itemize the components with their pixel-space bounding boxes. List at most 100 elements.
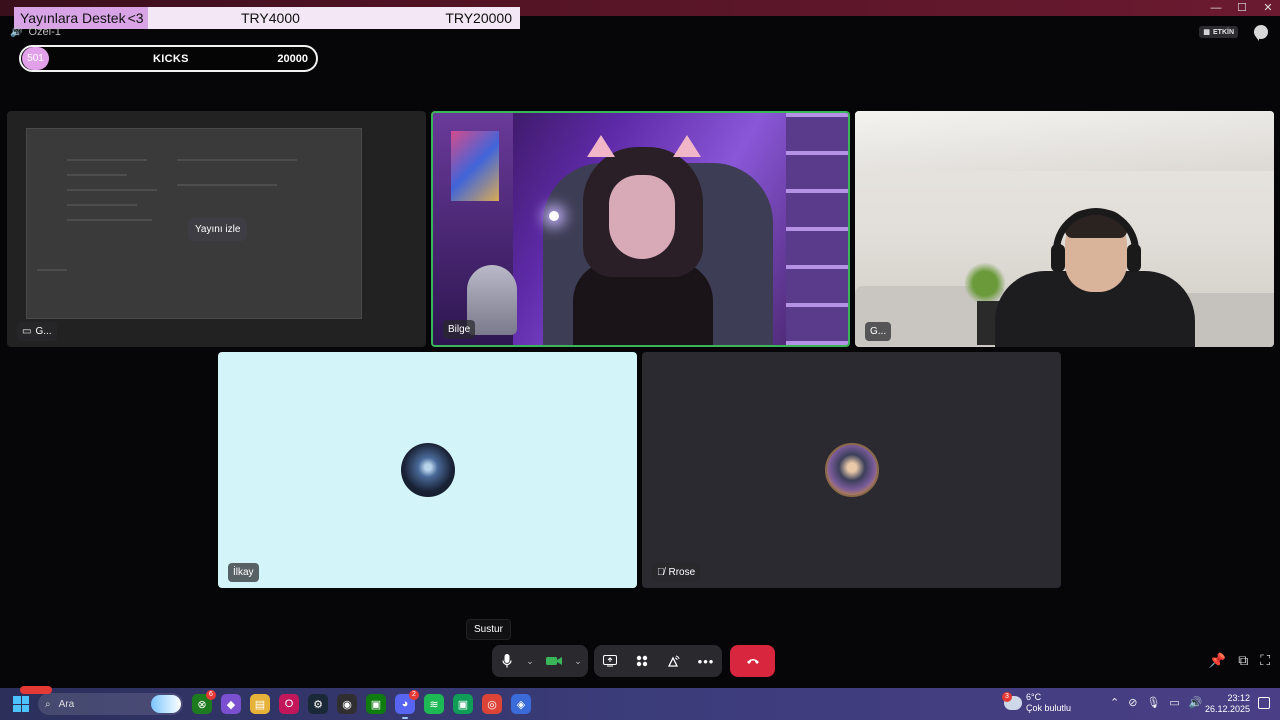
- discord-icon: ◕: [401, 698, 409, 710]
- screen-share-icon[interactable]: [594, 645, 626, 677]
- taskbar-app-spotify[interactable]: ≋: [424, 694, 444, 714]
- donation-title: Yayınlara Destek: [20, 10, 126, 26]
- participant-label: 🎙̸ Rrose: [652, 563, 701, 582]
- camera-options-chevron-icon[interactable]: ⌄: [570, 645, 586, 677]
- close-button[interactable]: ✕: [1262, 1, 1274, 15]
- activity-button[interactable]: ▦ ETKİN: [1199, 26, 1238, 38]
- chevron-up-icon[interactable]: ⌃: [1110, 696, 1119, 709]
- weather-badge: 3: [1002, 692, 1012, 702]
- taskbar-app-obs[interactable]: ◉: [337, 694, 357, 714]
- chat-icon[interactable]: [1254, 25, 1268, 41]
- taskbar-app-xbox[interactable]: ⊗ 6: [192, 690, 216, 714]
- file-explorer-icon: ▤: [254, 698, 266, 711]
- cloud-icon: 3: [1002, 692, 1022, 710]
- clock-date: 26.12.2025: [1204, 704, 1250, 714]
- opera-icon: O: [284, 698, 294, 710]
- taskbar-app-copilot[interactable]: ◆: [221, 694, 241, 714]
- kicks-label: KICKS: [153, 52, 189, 65]
- activity-label: ETKİN: [1213, 28, 1234, 36]
- participant-label: Bilge: [443, 320, 476, 339]
- minimize-button[interactable]: —: [1210, 1, 1222, 15]
- donation-heart: <3: [127, 10, 144, 26]
- weather-desc: Çok bulutlu: [1026, 703, 1072, 713]
- obs-icon: ◉: [342, 698, 352, 711]
- hang-up-icon[interactable]: [730, 645, 775, 677]
- app-badge: 2: [409, 690, 419, 700]
- mic-options-chevron-icon[interactable]: ⌄: [522, 645, 538, 677]
- donation-current: TRY4000: [241, 10, 300, 26]
- voice-channel-name: 🔊 Özel-1: [10, 26, 61, 38]
- more-icon[interactable]: •••: [690, 645, 722, 677]
- spotify-icon: ≋: [429, 698, 439, 711]
- participant-tile-g[interactable]: G...: [855, 111, 1274, 347]
- audio-video-controls: ⌄ ⌄: [492, 645, 588, 677]
- activity-controls: •••: [594, 645, 722, 677]
- search-highlight-image: [151, 695, 181, 713]
- app-badge: 6: [206, 690, 216, 700]
- discord-call-window: — ☐ ✕ Yayınlara Destek <3 TRY4000 TRY200…: [0, 0, 1280, 720]
- search-placeholder: Ara: [58, 698, 75, 710]
- system-clock[interactable]: 23:12 26.12.2025: [1205, 693, 1250, 715]
- mute-tooltip: Sustur: [466, 619, 511, 640]
- taskbar-app-opera[interactable]: O: [279, 694, 299, 714]
- kicks-goal: 20000: [277, 52, 308, 65]
- taskbar-search[interactable]: ⌕ Ara: [38, 693, 183, 715]
- taskbar-app-chrome[interactable]: ◎: [482, 694, 502, 714]
- speaker-icon: 🔊: [10, 26, 23, 38]
- microphone-icon[interactable]: 🎙: [1146, 696, 1160, 709]
- app-blue-icon: ◈: [516, 698, 526, 711]
- participant-tile-bilge[interactable]: Bilge: [431, 111, 850, 347]
- xbox-app-icon: ▣: [370, 698, 382, 711]
- copilot-icon: ◆: [226, 698, 236, 711]
- call-view-controls: 📌 ⧉ ⛶: [1209, 652, 1270, 669]
- weather-temp: 6°C: [1026, 692, 1042, 702]
- game-bar-icon: ▣: [457, 698, 469, 711]
- participant-video: [995, 206, 1195, 347]
- screen-share-icon: ▭: [22, 326, 32, 337]
- participant-tile-ilkay[interactable]: İlkay: [218, 352, 637, 588]
- participant-tile-rrose[interactable]: 🎙̸ Rrose: [642, 352, 1061, 588]
- participant-label: ▭ G...: [17, 322, 57, 341]
- clock-time: 23:12: [1227, 693, 1250, 703]
- camera-icon[interactable]: [538, 645, 570, 677]
- participant-video: [573, 135, 713, 345]
- donation-target: TRY20000: [445, 10, 512, 26]
- wifi-off-icon[interactable]: ⊘: [1128, 696, 1137, 709]
- fullscreen-icon[interactable]: ⛶: [1260, 652, 1270, 669]
- pin-icon[interactable]: 📌: [1209, 652, 1226, 669]
- participant-label: İlkay: [228, 563, 259, 582]
- steam-icon: ⚙: [313, 698, 323, 711]
- weather-widget[interactable]: 3 6°C Çok bulutlu: [1002, 692, 1072, 714]
- microphone-icon[interactable]: [492, 645, 522, 677]
- volume-icon[interactable]: 🔊: [1189, 696, 1203, 709]
- taskbar-apps: ⊗ 6 ◆ ▤ O ⚙ ◉ ▣ ◕ 2 ≋ ▣ ◎ ◈: [192, 690, 531, 719]
- taskbar-app-steam[interactable]: ⚙: [308, 694, 328, 714]
- soundboard-icon[interactable]: [658, 645, 690, 677]
- channel-label: Özel-1: [28, 26, 61, 38]
- taskbar-app-file-explorer[interactable]: ▤: [250, 694, 270, 714]
- kicks-goal-overlay: 501 KICKS 20000: [19, 45, 318, 72]
- watch-stream-button[interactable]: Yayını izle: [188, 218, 248, 241]
- taskbar-app-app-blue[interactable]: ◈: [511, 694, 531, 714]
- avatar: [825, 443, 879, 497]
- popout-icon[interactable]: ⧉: [1238, 652, 1248, 669]
- muted-mic-icon: 🎙̸: [657, 567, 665, 578]
- windows-taskbar: ⌕ Ara ⊗ 6 ◆ ▤ O ⚙ ◉ ▣ ◕ 2 ≋ ▣ ◎ ◈ 3 6°C Çok bulutlu ⌃…: [0, 688, 1280, 720]
- notification-icon[interactable]: [1258, 697, 1270, 709]
- chrome-icon: ◎: [487, 698, 497, 711]
- red-marker: [20, 686, 52, 694]
- maximize-button[interactable]: ☐: [1236, 1, 1248, 15]
- taskbar-app-game-bar[interactable]: ▣: [453, 694, 473, 714]
- participant-label: G...: [865, 322, 892, 341]
- windows-start-icon[interactable]: [13, 696, 29, 712]
- taskbar-app-discord[interactable]: ◕ 2: [395, 690, 419, 719]
- screen-share-tile[interactable]: Yayını izle ▭ G...: [7, 111, 426, 347]
- system-tray: ⌃ ⊘ 🎙 ▭ 🔊: [1110, 696, 1203, 709]
- xbox-icon: ⊗: [197, 698, 207, 711]
- taskbar-app-xbox-app[interactable]: ▣: [366, 694, 386, 714]
- activity-icon: ▦: [1203, 29, 1210, 36]
- network-icon[interactable]: ▭: [1169, 696, 1179, 709]
- activities-icon[interactable]: [626, 645, 658, 677]
- avatar: [401, 443, 455, 497]
- search-icon: ⌕: [45, 698, 51, 710]
